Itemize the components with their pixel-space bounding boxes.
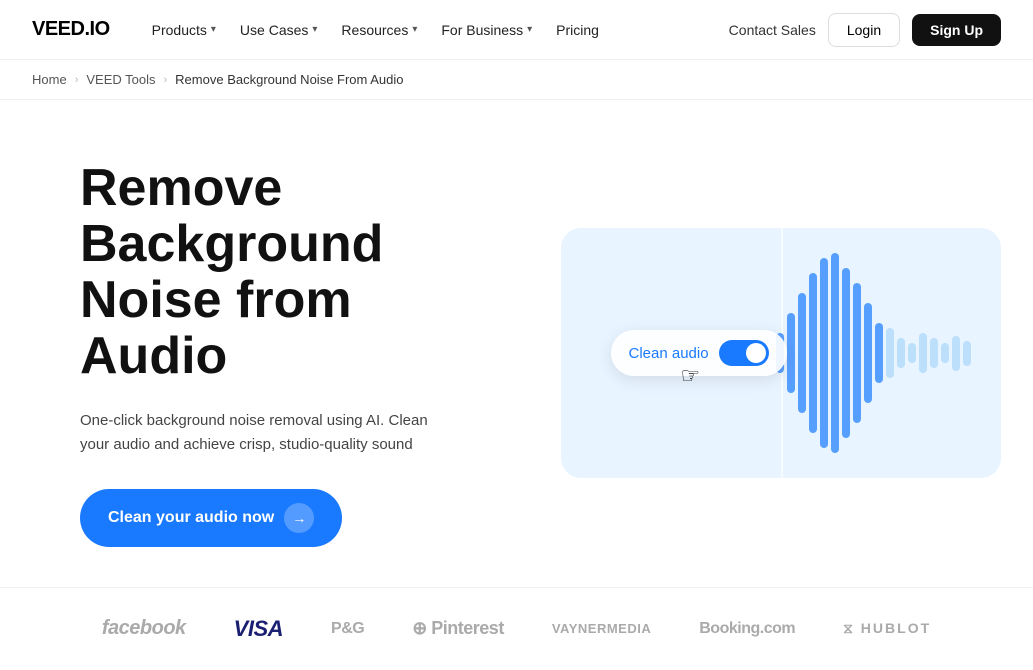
- chevron-down-icon: ▾: [412, 24, 417, 35]
- waveform: [766, 228, 981, 478]
- hero-section: Remove Background Noise from Audio One-c…: [0, 100, 1033, 587]
- arrow-icon: →: [284, 503, 314, 533]
- wave-bar: [952, 336, 960, 371]
- signup-button[interactable]: Sign Up: [912, 14, 1001, 46]
- logo-booking: Booking.com: [699, 620, 795, 638]
- hero-title: Remove Background Noise from Audio: [80, 160, 500, 385]
- logo-pg: P&G: [331, 620, 364, 638]
- wave-bar: [875, 323, 883, 383]
- wave-bar: [963, 341, 971, 366]
- logo-pinterest: ⊕ Pinterest: [412, 618, 504, 639]
- wave-bar: [908, 343, 916, 363]
- hero-left: Remove Background Noise from Audio One-c…: [80, 160, 500, 547]
- toggle-knob: [746, 343, 766, 363]
- nav-for-business[interactable]: For Business ▾: [431, 16, 542, 44]
- wave-bar: [864, 303, 872, 403]
- logo-facebook: facebook: [102, 617, 186, 640]
- hero-right: Clean audio ☞: [560, 228, 1001, 478]
- navbar: VEED.IO Products ▾ Use Cases ▾ Resources…: [0, 0, 1033, 60]
- nav-resources[interactable]: Resources ▾: [331, 16, 427, 44]
- wave-bar: [930, 338, 938, 368]
- nav-use-cases[interactable]: Use Cases ▾: [230, 16, 328, 44]
- wave-bar: [941, 343, 949, 363]
- login-button[interactable]: Login: [828, 13, 900, 47]
- toggle-switch[interactable]: [719, 340, 769, 366]
- breadcrumb-tools[interactable]: VEED Tools: [86, 72, 155, 87]
- logo-hublot: ⧖ HUBLOT: [843, 620, 931, 637]
- chevron-down-icon: ▾: [312, 24, 317, 35]
- audio-illustration: Clean audio ☞: [561, 228, 1001, 478]
- cta-button[interactable]: Clean your audio now →: [80, 489, 342, 547]
- wave-bar: [897, 338, 905, 368]
- nav-right: Contact Sales Login Sign Up: [729, 13, 1001, 47]
- wave-bar: [820, 258, 828, 448]
- clean-audio-label: Clean audio: [629, 345, 709, 362]
- chevron-down-icon: ▾: [527, 24, 532, 35]
- wave-bar: [842, 268, 850, 438]
- breadcrumb-current: Remove Background Noise From Audio: [175, 72, 403, 87]
- chevron-down-icon: ▾: [211, 24, 216, 35]
- wave-bar: [886, 328, 894, 378]
- hero-description: One-click background noise removal using…: [80, 409, 440, 457]
- site-logo[interactable]: VEED.IO: [32, 18, 110, 41]
- wave-bar: [919, 333, 927, 373]
- nav-links: Products ▾ Use Cases ▾ Resources ▾ For B…: [142, 16, 729, 44]
- contact-sales-link[interactable]: Contact Sales: [729, 22, 816, 38]
- cursor-icon: ☞: [681, 363, 701, 389]
- cta-label: Clean your audio now: [108, 509, 274, 527]
- breadcrumb-home[interactable]: Home: [32, 72, 67, 87]
- wave-bar: [831, 253, 839, 453]
- nav-products[interactable]: Products ▾: [142, 16, 226, 44]
- breadcrumb-separator-2: ›: [164, 74, 168, 86]
- wave-bar: [787, 313, 795, 393]
- breadcrumb-separator-1: ›: [75, 74, 79, 86]
- logo-visa: VISA: [234, 616, 283, 642]
- wave-bar: [798, 293, 806, 413]
- logo-vaynermedia: VAYNERMEDIA: [552, 621, 651, 636]
- logos-bar: facebook VISA P&G ⊕ Pinterest VAYNERMEDI…: [0, 587, 1033, 670]
- wave-bar: [809, 273, 817, 433]
- nav-pricing[interactable]: Pricing: [546, 16, 609, 44]
- wave-bar: [853, 283, 861, 423]
- breadcrumb: Home › VEED Tools › Remove Background No…: [0, 60, 1033, 100]
